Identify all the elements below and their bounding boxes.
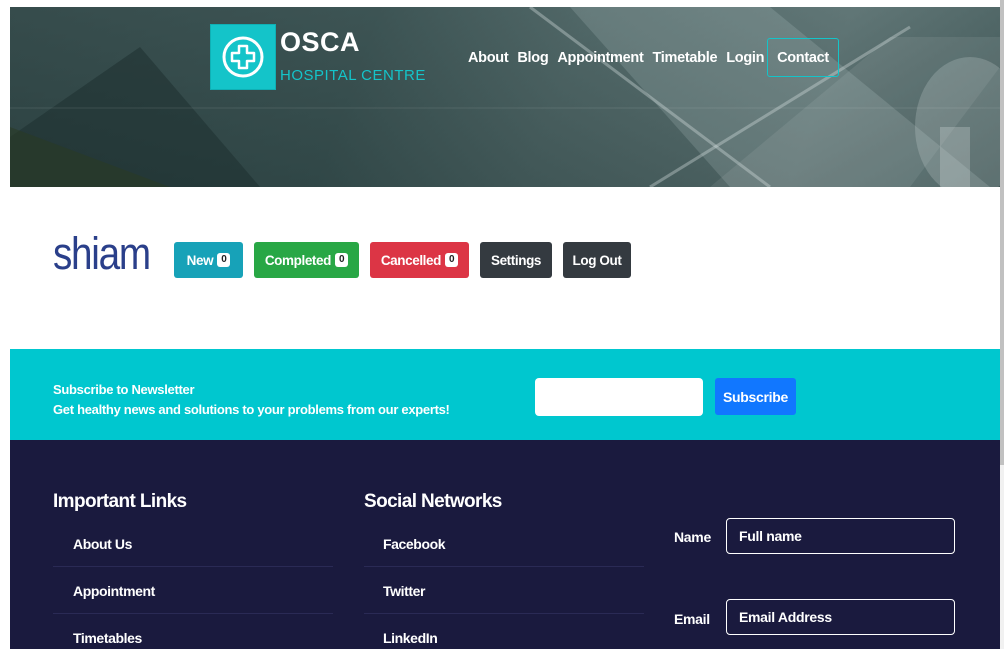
- social-networks-heading: Social Networks: [364, 491, 502, 512]
- completed-count-badge: 0: [334, 253, 349, 267]
- hero-background: [10, 7, 1000, 187]
- settings-button[interactable]: Settings: [480, 242, 552, 278]
- footer-link-about-us[interactable]: About Us: [73, 536, 132, 552]
- nav-about[interactable]: About: [468, 50, 509, 66]
- nav-timetable[interactable]: Timetable: [653, 50, 718, 66]
- email-field[interactable]: [726, 599, 955, 635]
- nav-contact-button[interactable]: Contact: [767, 38, 839, 77]
- new-count-badge: 0: [217, 253, 231, 267]
- footer-divider: [364, 566, 644, 567]
- nav-blog[interactable]: Blog: [517, 50, 548, 66]
- footer-divider: [53, 613, 333, 614]
- important-links-heading: Important Links: [53, 491, 187, 512]
- newsletter-title: Subscribe to Newsletter: [53, 382, 195, 397]
- cancelled-count-badge: 0: [445, 253, 459, 267]
- newsletter-subtitle: Get healthy news and solutions to your p…: [53, 402, 450, 417]
- brand-subtitle: HOSPITAL CENTRE: [280, 67, 426, 84]
- cancelled-button-label: Cancelled: [380, 252, 442, 268]
- footer-divider: [364, 613, 644, 614]
- logout-button[interactable]: Log Out: [563, 242, 631, 278]
- footer-link-appointment[interactable]: Appointment: [73, 583, 155, 599]
- scrollbar-track[interactable]: [1000, 0, 1004, 649]
- footer-link-facebook[interactable]: Facebook: [383, 536, 446, 552]
- name-label: Name: [674, 529, 711, 545]
- footer-divider: [53, 566, 333, 567]
- cancelled-button[interactable]: Cancelled 0: [370, 242, 469, 278]
- footer-link-twitter[interactable]: Twitter: [383, 583, 425, 599]
- completed-button[interactable]: Completed 0: [254, 242, 359, 278]
- footer-link-linkedin[interactable]: LinkedIn: [383, 630, 438, 646]
- nav-login[interactable]: Login: [726, 50, 764, 66]
- newsletter-section: Subscribe to Newsletter Get healthy news…: [10, 349, 1000, 440]
- hero-header: OSCA HOSPITAL CENTRE About Blog Appointm…: [10, 7, 1000, 187]
- footer: Important Links About Us Appointment Tim…: [10, 440, 1000, 649]
- user-name: shiam: [53, 228, 151, 279]
- brand-name[interactable]: OSCA: [280, 27, 360, 58]
- new-button-label: New: [186, 252, 214, 268]
- scrollbar-thumb[interactable]: [1000, 0, 1004, 465]
- logo-badge[interactable]: [210, 24, 276, 90]
- email-label: Email: [674, 611, 710, 627]
- name-field[interactable]: [726, 518, 955, 554]
- new-button[interactable]: New 0: [174, 242, 243, 278]
- plus-circle-icon: [222, 36, 264, 78]
- subscribe-button[interactable]: Subscribe: [715, 378, 796, 415]
- main-nav: About Blog Appointment Timetable Login: [468, 50, 773, 66]
- completed-button-label: Completed: [264, 252, 332, 268]
- nav-appointment[interactable]: Appointment: [557, 50, 643, 66]
- footer-link-timetables[interactable]: Timetables: [73, 630, 142, 646]
- newsletter-email-input[interactable]: [535, 378, 703, 416]
